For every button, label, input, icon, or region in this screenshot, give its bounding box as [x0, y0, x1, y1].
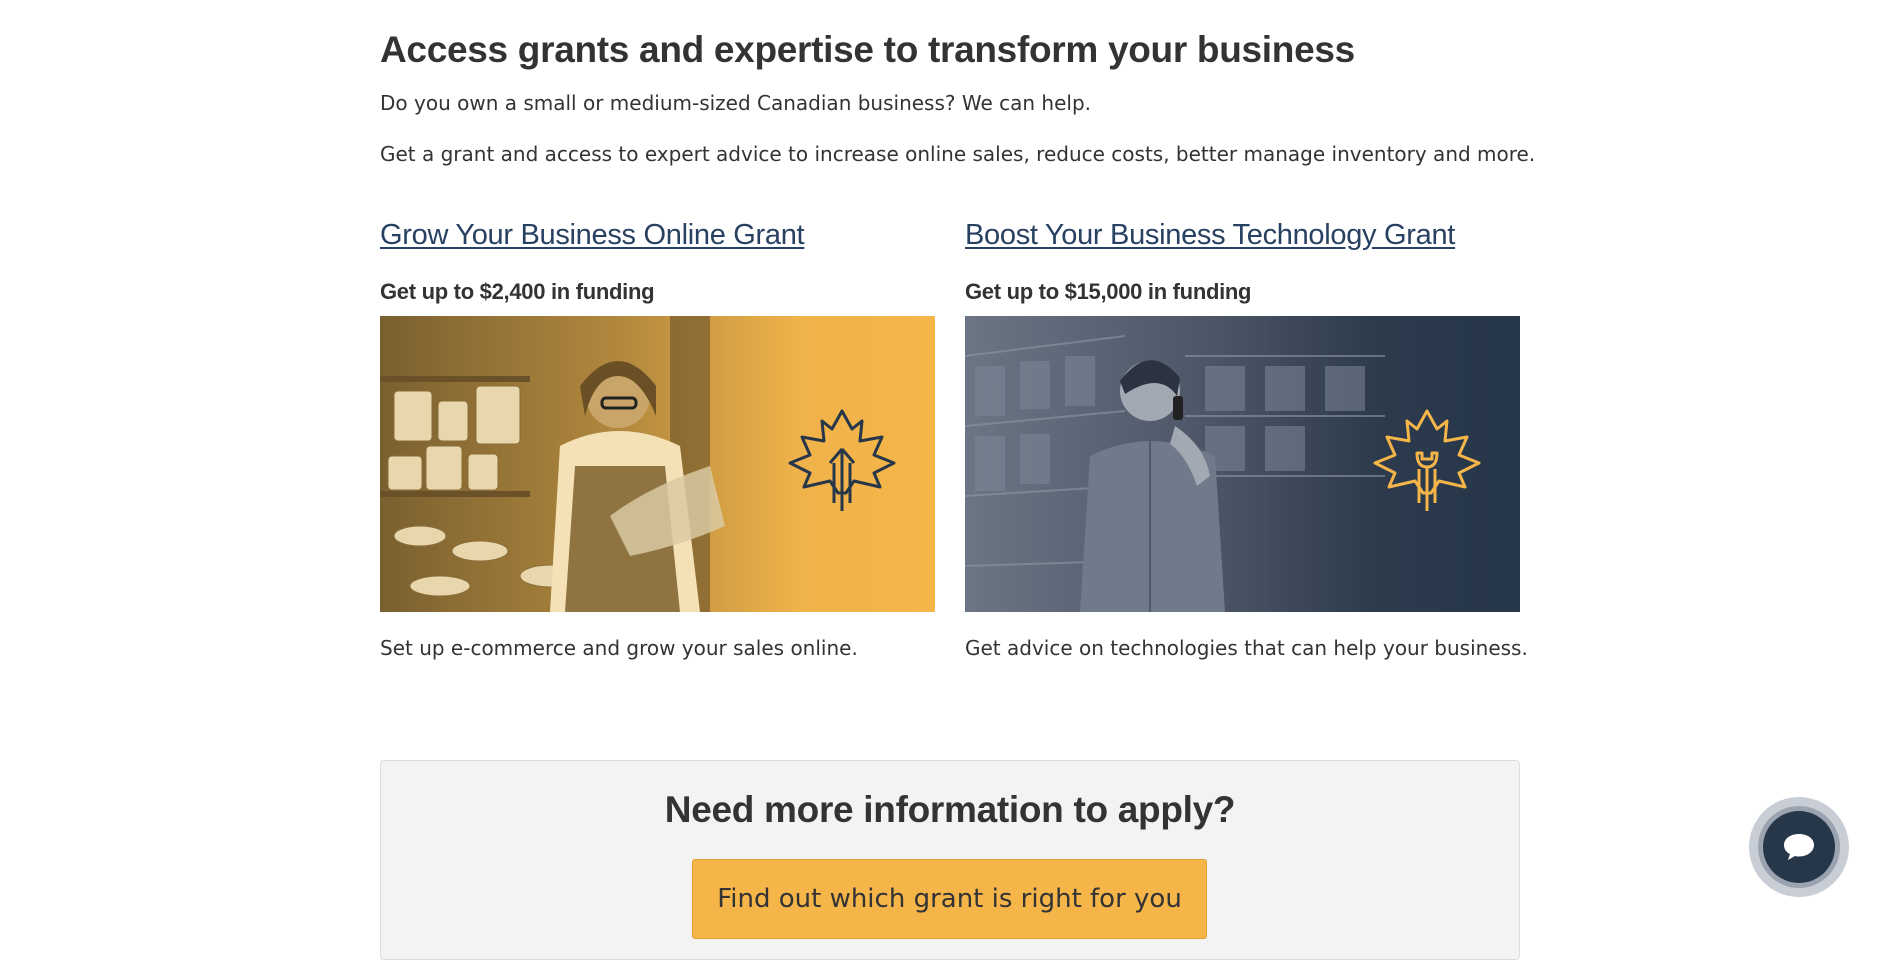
chat-bubble-icon: [1784, 834, 1814, 860]
intro-paragraph: Get a grant and access to expert advice …: [380, 142, 1536, 166]
chat-ring: [1758, 806, 1840, 888]
info-box-title: Need more information to apply?: [664, 789, 1236, 830]
grow-online-grant-link[interactable]: Grow Your Business Online Grant: [380, 219, 805, 252]
find-grant-button[interactable]: Find out which grant is right for you: [692, 859, 1207, 939]
intro-paragraph: Do you own a small or medium-sized Canad…: [380, 91, 1092, 115]
info-box: Need more information to apply? Find out…: [380, 760, 1520, 960]
boost-technology-grant-link[interactable]: Boost Your Business Technology Grant: [965, 219, 1455, 252]
grow-online-image: [380, 316, 935, 612]
boost-technology-image: [965, 316, 1520, 612]
chat-inner: [1763, 811, 1835, 883]
grant-description: Get advice on technologies that can help…: [965, 636, 1528, 660]
grant-description: Set up e-commerce and grow your sales on…: [380, 636, 858, 660]
page-title: Access grants and expertise to transform…: [380, 29, 1355, 70]
funding-amount: Get up to $15,000 in funding: [965, 279, 1252, 304]
funding-amount: Get up to $2,400 in funding: [380, 279, 655, 304]
chat-button[interactable]: [1749, 797, 1849, 897]
